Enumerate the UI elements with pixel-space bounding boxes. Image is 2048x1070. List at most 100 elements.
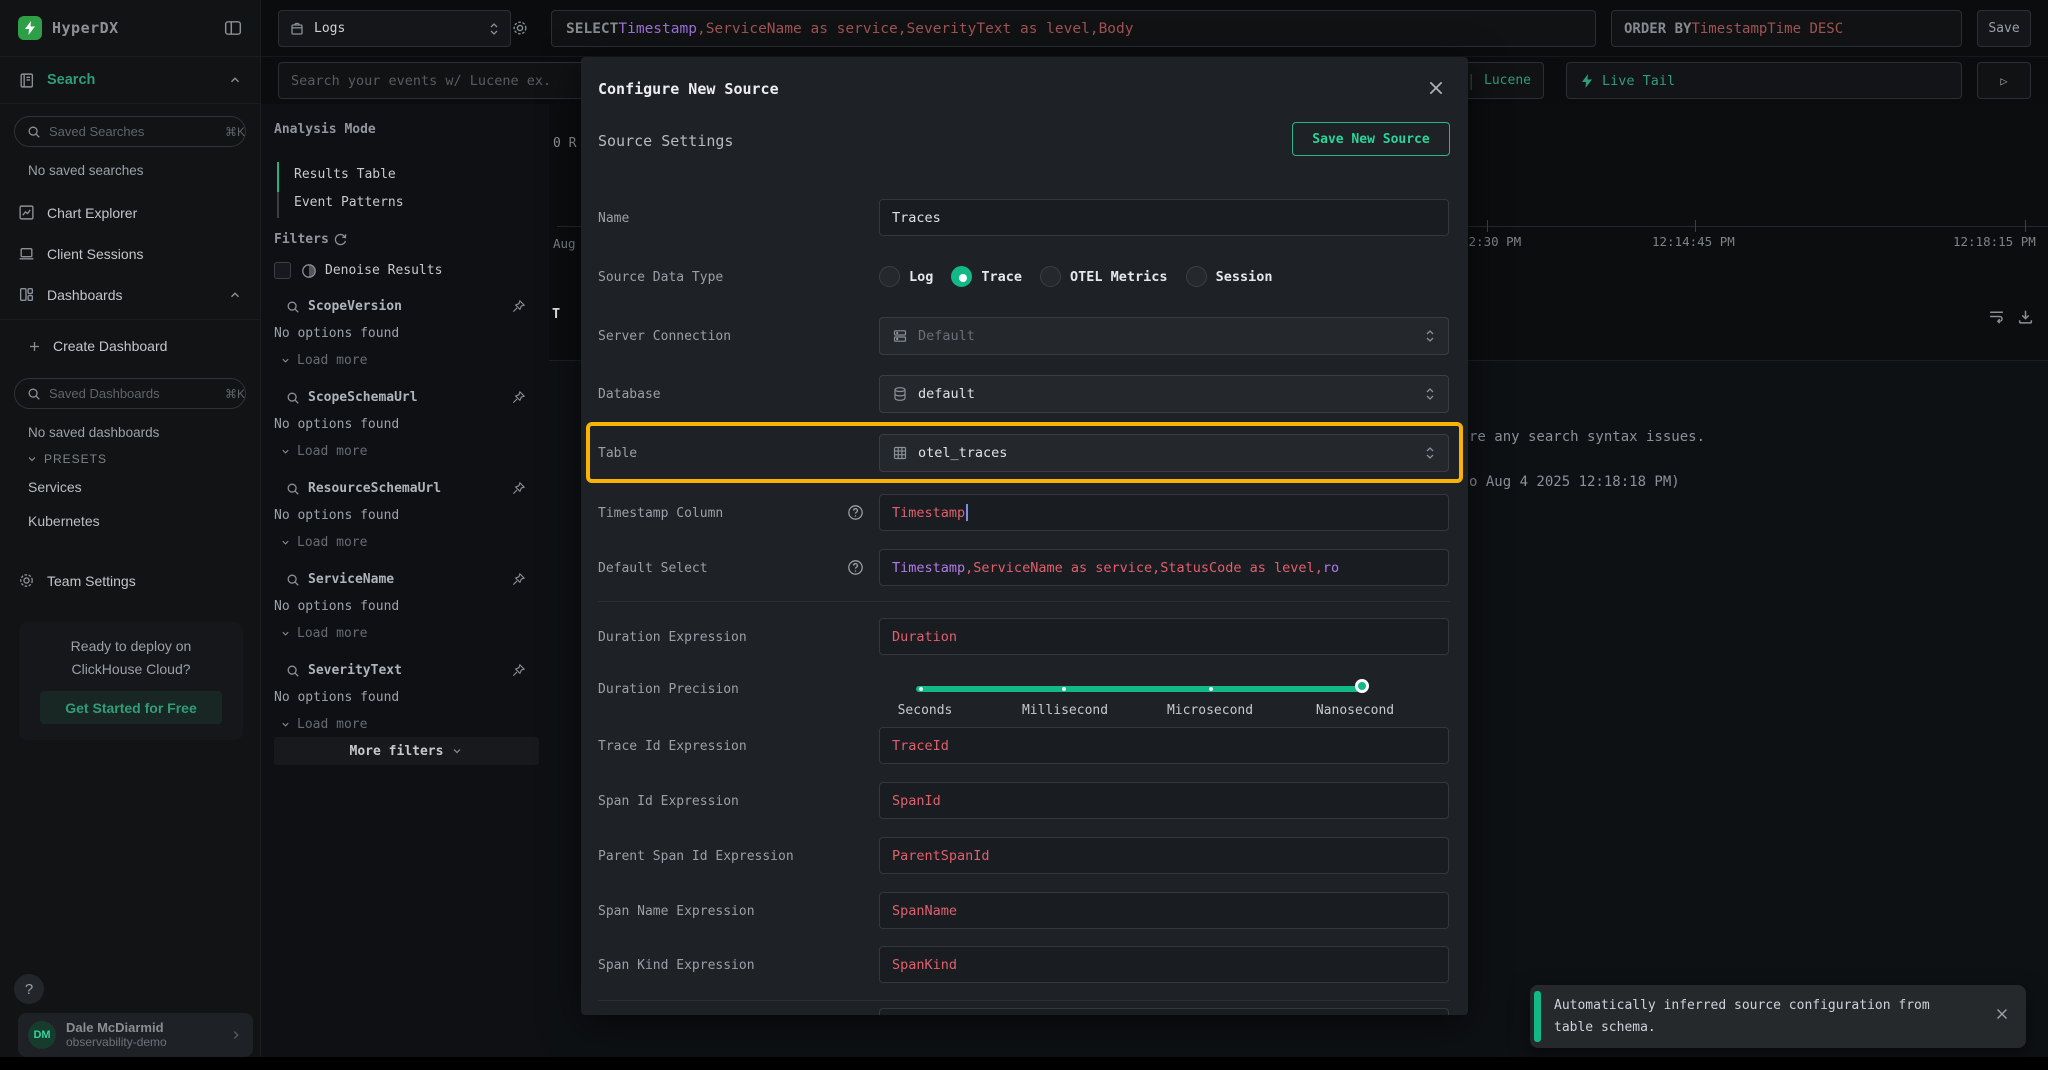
refresh-icon[interactable]	[333, 232, 348, 247]
save-search-button[interactable]: Save	[1977, 10, 2031, 47]
filter-group-resourceschemaurl[interactable]: ResourceSchemaUrl	[286, 481, 526, 496]
name-label: Name	[598, 211, 629, 226]
user-menu[interactable]: DM Dale McDiarmid observability-demo	[18, 1013, 253, 1057]
language-toggle-lucene[interactable]: Lucene	[1484, 73, 1531, 88]
sidebar-item-kubernetes[interactable]: Kubernetes	[0, 504, 260, 538]
more-filters-button[interactable]: More filters	[274, 737, 539, 765]
radio-trace[interactable]: Trace	[951, 266, 1022, 287]
table-label: Table	[598, 446, 637, 461]
shortcut-badge: ⌘K	[225, 125, 245, 139]
source-selector[interactable]: Logs	[278, 10, 511, 47]
save-new-source-button[interactable]: Save New Source	[1292, 122, 1450, 156]
radio-session[interactable]: Session	[1186, 266, 1273, 287]
load-more-button[interactable]: Load more	[274, 717, 367, 732]
partial-input	[879, 1008, 1449, 1015]
load-more-button[interactable]: Load more	[274, 626, 367, 641]
filter-empty: No options found	[274, 599, 399, 614]
mark-nanosecond[interactable]: Nanosecond	[1316, 703, 1394, 718]
saved-dashboards-field[interactable]	[49, 386, 225, 401]
default-select-input[interactable]: Timestamp, ServiceName as service, Statu…	[879, 549, 1449, 586]
sidebar-item-dashboards[interactable]: Dashboards	[0, 274, 260, 315]
radio-otel-metrics[interactable]: OTEL Metrics	[1040, 266, 1168, 287]
load-more-button[interactable]: Load more	[274, 535, 367, 550]
duration-precision-slider[interactable]	[916, 686, 1360, 692]
span-name-input[interactable]: SpanName	[879, 892, 1449, 929]
mark-seconds[interactable]: Seconds	[898, 703, 953, 718]
chevron-up-icon[interactable]	[228, 288, 242, 302]
results-count: 0 R	[553, 136, 576, 151]
mark-millisecond[interactable]: Millisecond	[1022, 703, 1108, 718]
sidebar-item-chart-explorer[interactable]: Chart Explorer	[0, 192, 260, 233]
sidebar-item-team-settings[interactable]: Team Settings	[0, 560, 260, 601]
name-input[interactable]: Traces	[879, 199, 1449, 236]
denoise-checkbox[interactable]	[274, 262, 291, 279]
close-icon[interactable]	[1426, 78, 1446, 98]
presets-label: PRESETS	[44, 452, 107, 466]
trace-id-input[interactable]: TraceId	[879, 727, 1449, 764]
gear-icon[interactable]	[511, 19, 529, 37]
search-icon	[286, 664, 300, 678]
close-icon[interactable]	[1994, 1006, 2010, 1022]
filters-title: Filters	[274, 232, 329, 247]
slider-thumb[interactable]	[1355, 679, 1369, 693]
radio-circle	[951, 266, 972, 287]
sql-select-input[interactable]: SELECT Timestamp, ServiceName as service…	[551, 10, 1596, 47]
mode-event-patterns[interactable]: Event Patterns	[294, 195, 404, 210]
radio-log[interactable]: Log	[879, 266, 933, 287]
avatar: DM	[28, 1021, 56, 1049]
sidebar-search-label: Search	[47, 72, 228, 88]
duration-expression-input[interactable]: Duration	[879, 618, 1449, 655]
chevron-up-icon[interactable]	[228, 73, 242, 87]
pin-icon[interactable]	[511, 663, 526, 678]
database-select[interactable]: default	[879, 375, 1449, 413]
panel-toggle-icon[interactable]	[224, 19, 242, 37]
wrap-lines-icon[interactable]	[1988, 308, 2005, 325]
span-id-input[interactable]: SpanId	[879, 782, 1449, 819]
pin-icon[interactable]	[511, 572, 526, 587]
window-bottom-edge	[0, 1057, 2048, 1070]
pin-icon[interactable]	[511, 390, 526, 405]
no-saved-searches-note: No saved searches	[0, 147, 260, 178]
live-tail-label: Live Tail	[1602, 73, 1675, 89]
pin-icon[interactable]	[511, 299, 526, 314]
mode-results-table[interactable]: Results Table	[294, 167, 396, 182]
filter-group-scopeschemaurl[interactable]: ScopeSchemaUrl	[286, 390, 526, 405]
create-dashboard-button[interactable]: Create Dashboard	[0, 326, 260, 366]
filter-group-servicename[interactable]: ServiceName	[286, 572, 526, 587]
live-tail-button[interactable]: Live Tail	[1566, 62, 1962, 99]
chevron-down-icon	[280, 628, 291, 639]
table-select[interactable]: otel_traces	[879, 434, 1449, 472]
question-circle-icon[interactable]	[847, 504, 864, 521]
download-icon[interactable]	[2017, 308, 2034, 325]
parent-span-id-label: Parent Span Id Expression	[598, 849, 794, 864]
help-button[interactable]: ?	[14, 974, 44, 1004]
filter-group-scopeversion[interactable]: ScopeVersion	[286, 299, 526, 314]
pin-icon[interactable]	[511, 481, 526, 496]
timestamp-column-input[interactable]: Timestamp	[879, 494, 1449, 531]
span-kind-input[interactable]: SpanKind	[879, 946, 1449, 983]
presets-toggle[interactable]: PRESETS	[0, 440, 260, 470]
load-more-button[interactable]: Load more	[274, 444, 367, 459]
sidebar-item-client-sessions[interactable]: Client Sessions	[0, 233, 260, 274]
play-button[interactable]: ▷	[1977, 62, 2031, 99]
get-started-button[interactable]: Get Started for Free	[40, 691, 222, 724]
parent-span-id-input[interactable]: ParentSpanId	[879, 837, 1449, 874]
filter-group-severitytext[interactable]: SeverityText	[286, 663, 526, 678]
saved-dashboards-input[interactable]: ⌘K	[14, 378, 246, 409]
saved-searches-input[interactable]: ⌘K	[14, 116, 246, 147]
load-more-button[interactable]: Load more	[274, 353, 367, 368]
mark-microsecond[interactable]: Microsecond	[1167, 703, 1253, 718]
sidebar-item-services[interactable]: Services	[0, 470, 260, 504]
source-data-type-label: Source Data Type	[598, 270, 723, 285]
saved-searches-field[interactable]	[49, 124, 225, 139]
server-icon	[892, 328, 908, 344]
filter-empty: No options found	[274, 417, 399, 432]
table-grid-icon	[892, 445, 908, 461]
order-by-input[interactable]: ORDER BY TimestampTime DESC	[1611, 10, 1962, 47]
question-circle-icon[interactable]	[847, 559, 864, 576]
server-connection-select[interactable]: Default	[879, 317, 1449, 355]
clickhouse-promo-card: Ready to deploy on ClickHouse Cloud? Get…	[19, 622, 243, 740]
dashboards-label: Dashboards	[47, 287, 228, 303]
sidebar-item-search[interactable]: Search	[0, 57, 260, 104]
filter-empty: No options found	[274, 690, 399, 705]
